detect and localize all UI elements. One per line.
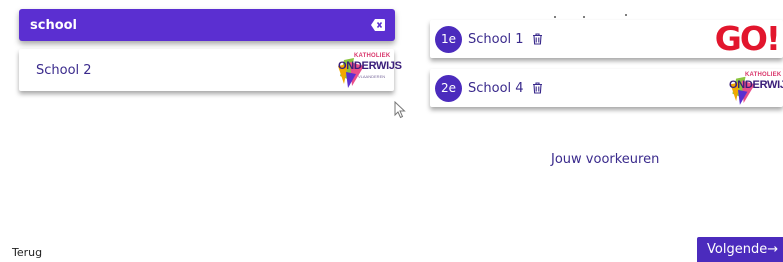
katholiek-onderwijs-logo: KATHOLIEK ONDERWIJS bbox=[723, 69, 783, 107]
preference-item[interactable]: 1e School 1 GO! bbox=[430, 20, 783, 58]
go-logo: GO! bbox=[714, 19, 781, 58]
decorative-dot bbox=[554, 16, 556, 18]
search-result-item[interactable]: School 2 KATHOLIEK ONDERWIJS VLAANDEREN bbox=[19, 49, 402, 91]
mouse-cursor-icon bbox=[394, 101, 406, 119]
trash-icon[interactable] bbox=[532, 82, 543, 94]
preference-school-name: School 1 bbox=[468, 31, 524, 47]
preferences-title: Jouw voorkeuren bbox=[551, 152, 660, 167]
decorative-dot bbox=[625, 14, 627, 16]
back-button[interactable]: Terug bbox=[12, 246, 42, 259]
rank-badge: 1e bbox=[435, 25, 462, 53]
katholiek-onderwijs-logo: KATHOLIEK ONDERWIJS VLAANDEREN bbox=[330, 50, 402, 90]
clear-backspace-icon[interactable] bbox=[371, 19, 385, 31]
decorative-dot bbox=[583, 16, 585, 18]
next-button[interactable]: Volgende→ bbox=[697, 237, 783, 262]
preference-item[interactable]: 2e School 4 KATHOLIEK ONDERWIJS bbox=[430, 69, 783, 107]
rank-badge: 2e bbox=[435, 74, 462, 102]
search-input[interactable] bbox=[30, 17, 371, 33]
trash-icon[interactable] bbox=[532, 33, 543, 45]
preference-school-name: School 4 bbox=[468, 80, 524, 96]
result-school-name: School 2 bbox=[36, 62, 92, 78]
search-bar bbox=[19, 9, 395, 41]
